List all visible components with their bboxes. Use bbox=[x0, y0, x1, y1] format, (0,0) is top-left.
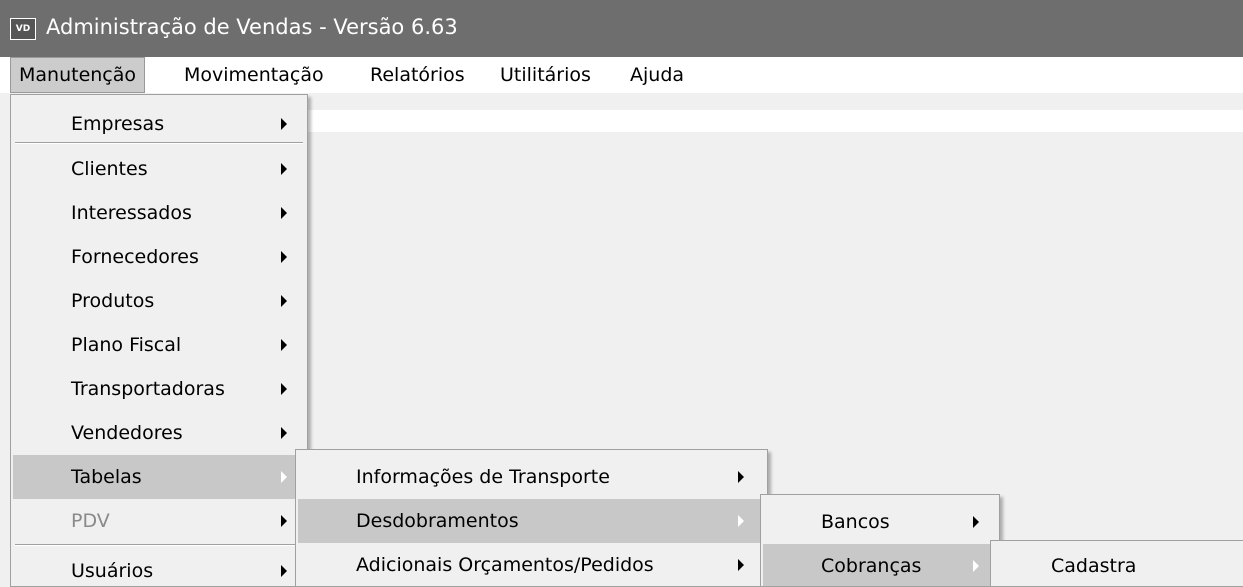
menu-item-desdobramentos[interactable]: Desdobramentos bbox=[298, 499, 765, 543]
submenu-arrow-icon bbox=[738, 515, 744, 527]
submenu-arrow-icon bbox=[281, 339, 287, 351]
menu-item-produtos[interactable]: Produtos bbox=[13, 279, 305, 323]
menu-item-fornecedores[interactable]: Fornecedores bbox=[13, 235, 305, 279]
menu-item-vendedores[interactable]: Vendedores bbox=[13, 411, 305, 455]
menu-item-label: Empresas bbox=[71, 113, 165, 135]
menu-manutencao: Empresas Clientes Interessados Fornecedo… bbox=[10, 94, 308, 587]
menu-cobrancas: Cadastra bbox=[990, 540, 1243, 587]
menu-item-cobrancas[interactable]: Cobranças bbox=[763, 544, 997, 586]
submenu-arrow-icon bbox=[281, 427, 287, 439]
menu-item-label: Plano Fiscal bbox=[71, 334, 182, 356]
menu-item-label: PDV bbox=[71, 510, 110, 532]
menu-item-clientes[interactable]: Clientes bbox=[13, 147, 305, 191]
menu-bar: Manutenção Movimentação Relatórios Utili… bbox=[0, 57, 1243, 93]
menu-item-label: Fornecedores bbox=[71, 246, 199, 268]
menu-item-label: Informações de Transporte bbox=[356, 466, 610, 488]
menu-item-adicionais-orcamentos-pedidos[interactable]: Adicionais Orçamentos/Pedidos bbox=[298, 543, 765, 586]
menu-item-label: Tabelas bbox=[71, 466, 142, 488]
submenu-arrow-icon bbox=[973, 560, 979, 572]
menu-item-label: Adicionais Orçamentos/Pedidos bbox=[356, 554, 654, 576]
menu-item-label: Desdobramentos bbox=[356, 510, 519, 532]
menu-item-label: Produtos bbox=[71, 290, 155, 312]
submenu-arrow-icon bbox=[281, 118, 287, 130]
menu-item-transportadoras[interactable]: Transportadoras bbox=[13, 367, 305, 411]
menubar-item-movimentacao[interactable]: Movimentação bbox=[176, 57, 332, 93]
submenu-arrow-icon bbox=[281, 515, 287, 527]
submenu-arrow-icon bbox=[281, 565, 287, 577]
submenu-arrow-icon bbox=[738, 559, 744, 571]
menubar-item-manutencao[interactable]: Manutenção bbox=[10, 57, 146, 93]
submenu-arrow-icon bbox=[281, 383, 287, 395]
menubar-item-ajuda[interactable]: Ajuda bbox=[622, 57, 692, 93]
menu-item-label: Vendedores bbox=[71, 422, 183, 444]
menu-item-tabelas[interactable]: Tabelas bbox=[13, 455, 305, 499]
submenu-arrow-icon bbox=[281, 295, 287, 307]
menu-item-label: Clientes bbox=[71, 158, 148, 180]
menu-item-usuarios[interactable]: Usuários bbox=[13, 547, 305, 587]
menu-item-informacoes-de-transporte[interactable]: Informações de Transporte bbox=[298, 455, 765, 499]
menu-item-pdv[interactable]: PDV bbox=[13, 499, 305, 543]
submenu-arrow-icon bbox=[281, 163, 287, 175]
menu-item-cadastra[interactable]: Cadastra bbox=[993, 545, 1241, 586]
menu-separator bbox=[15, 544, 303, 546]
menu-desdobramentos: Bancos Cobranças bbox=[760, 494, 1000, 587]
submenu-arrow-icon bbox=[973, 516, 979, 528]
menu-item-label: Cadastra bbox=[1051, 555, 1137, 577]
submenu-arrow-icon bbox=[281, 471, 287, 483]
submenu-arrow-icon bbox=[738, 471, 744, 483]
menu-item-label: Usuários bbox=[71, 560, 154, 582]
menubar-item-utilitarios[interactable]: Utilitários bbox=[492, 57, 599, 93]
window-title: Administração de Vendas - Versão 6.63 bbox=[46, 15, 458, 39]
menu-item-bancos[interactable]: Bancos bbox=[763, 500, 997, 544]
submenu-arrow-icon bbox=[281, 207, 287, 219]
app-icon: VD bbox=[10, 18, 36, 40]
menu-item-empresas[interactable]: Empresas bbox=[13, 102, 305, 146]
menu-tabelas: Informações de Transporte Desdobramentos… bbox=[295, 449, 768, 587]
submenu-arrow-icon bbox=[281, 251, 287, 263]
menu-item-label: Cobranças bbox=[821, 555, 922, 577]
menu-item-label: Transportadoras bbox=[71, 378, 225, 400]
menu-item-plano-fiscal[interactable]: Plano Fiscal bbox=[13, 323, 305, 367]
toolbar-strip bbox=[300, 110, 1243, 132]
menu-item-label: Interessados bbox=[71, 202, 192, 224]
menu-separator bbox=[15, 142, 303, 144]
menu-item-interessados[interactable]: Interessados bbox=[13, 191, 305, 235]
menu-item-label: Bancos bbox=[821, 511, 890, 533]
menubar-item-relatorios[interactable]: Relatórios bbox=[362, 57, 473, 93]
title-bar: VD Administração de Vendas - Versão 6.63 bbox=[0, 0, 1243, 57]
